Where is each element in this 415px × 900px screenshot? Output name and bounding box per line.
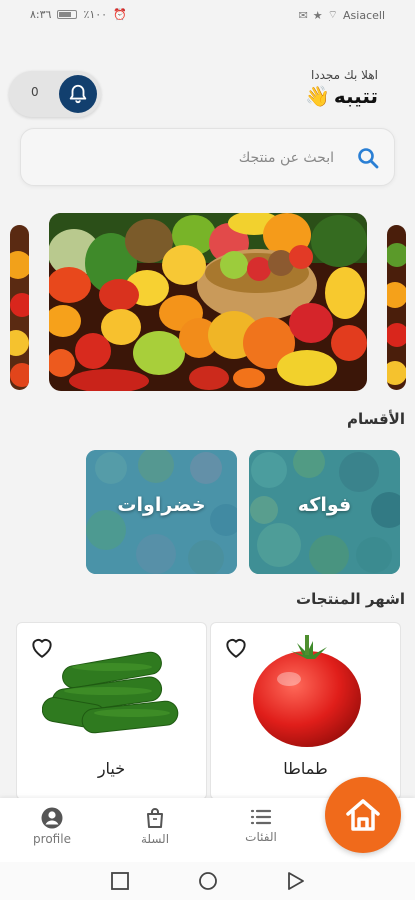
tomato-image (253, 635, 361, 747)
category-label: خضراوات (117, 494, 206, 516)
home-button[interactable] (325, 777, 401, 853)
status-time: ٨:٣٦ (30, 8, 52, 21)
system-nav-bar (0, 862, 415, 900)
battery-icon (57, 10, 78, 19)
search-icon[interactable] (356, 146, 380, 170)
home-system-icon[interactable] (198, 871, 218, 891)
nav-profile[interactable]: profile (17, 806, 87, 846)
status-bar: ٨:٣٦ ٪١٠٠ ⏰ ✉ ★ ⌔ Asiacell (0, 0, 415, 28)
banner-slide-prev[interactable] (10, 225, 29, 390)
banner-carousel[interactable] (0, 213, 415, 391)
banner-slide-next[interactable] (387, 225, 406, 390)
star-icon: ★ (312, 8, 323, 22)
nav-cart-label: السلة (140, 832, 170, 846)
profile-icon (41, 807, 63, 829)
heart-icon[interactable] (223, 635, 249, 659)
recent-apps-icon[interactable] (110, 871, 130, 891)
fruit-banner-image (49, 213, 367, 391)
bell-icon (69, 84, 87, 104)
wave-icon: 👋 (304, 84, 330, 108)
nav-cart[interactable]: السلة (120, 806, 190, 846)
notification-toggle[interactable]: 0 (9, 71, 101, 117)
search-input[interactable] (74, 145, 334, 171)
status-left: ٨:٣٦ ٪١٠٠ ⏰ (30, 8, 127, 21)
bell-button[interactable] (59, 75, 97, 113)
user-name: تتيبه (333, 84, 378, 108)
nav-profile-label: profile (33, 832, 71, 846)
product-card-tomato[interactable]: طماطا (210, 622, 401, 800)
home-icon (346, 799, 380, 831)
alarm-icon: ⏰ (113, 8, 127, 21)
user-name-row: 👋 تتيبه (305, 84, 378, 108)
product-name: طماطا (283, 759, 328, 778)
category-vegetables[interactable]: خضراوات (86, 450, 237, 574)
greeting-block: اهلا بك مجددا 👋 تتيبه (305, 68, 378, 108)
carrier-name: Asiacell (343, 8, 385, 22)
category-label: فواكه (297, 494, 352, 516)
status-right: ✉ ★ ⌔ Asiacell (299, 8, 385, 22)
list-icon (250, 809, 272, 825)
battery-text: ٪١٠٠ (83, 8, 108, 21)
search-box[interactable] (20, 128, 395, 186)
wifi-icon: ⌔ (327, 8, 339, 21)
cucumber-image (42, 651, 179, 734)
product-name: خيار (97, 759, 126, 778)
product-card-cucumber[interactable]: خيار (16, 622, 207, 800)
nav-categories-label: الفئات (245, 830, 277, 844)
header: اهلا بك مجددا 👋 تتيبه 0 (0, 65, 415, 125)
nav-categories[interactable]: الفئات (226, 806, 296, 844)
messages-icon: ✉ (298, 8, 308, 22)
notification-count: 0 (31, 85, 39, 99)
shopping-bag-icon (147, 808, 163, 828)
banner-slide-fruits[interactable] (49, 213, 367, 391)
categories-row: فواكه خضراوات (0, 450, 415, 575)
back-icon[interactable] (286, 871, 306, 891)
category-fruits[interactable]: فواكه (249, 450, 400, 574)
categories-title: الأقسام (346, 410, 405, 428)
greeting-text: اهلا بك مجددا (310, 68, 378, 82)
popular-title: اشهر المنتجات (296, 590, 405, 608)
